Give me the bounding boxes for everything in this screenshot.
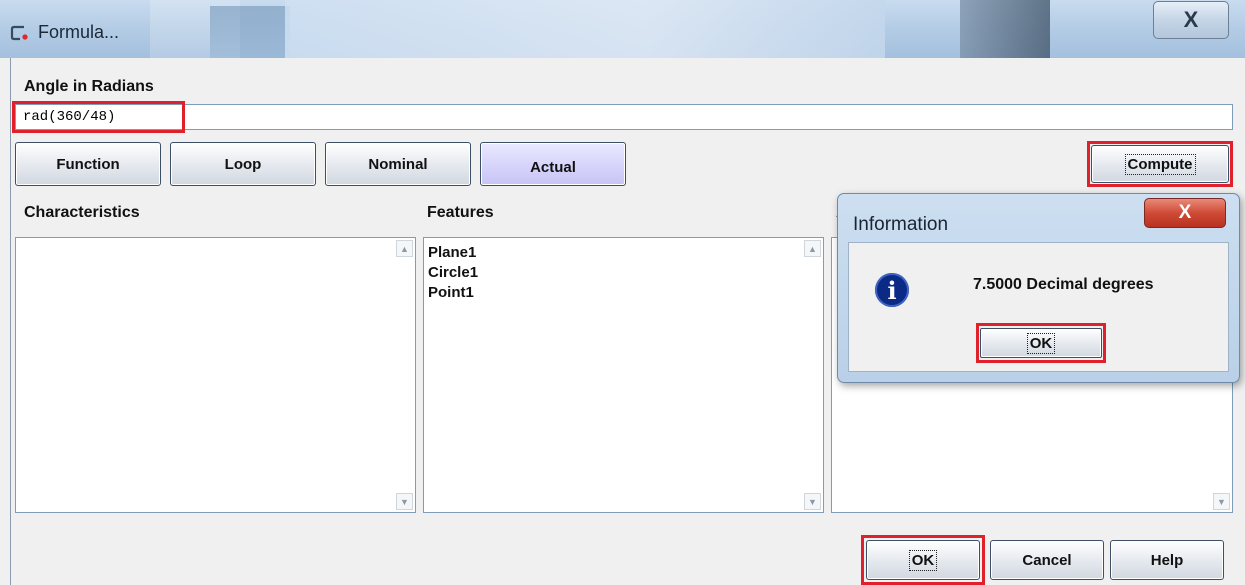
- highlight-ok: [861, 535, 985, 585]
- window-title: Formula...: [38, 22, 120, 42]
- background-blur: [960, 0, 1050, 58]
- characteristics-list[interactable]: ▲ ▼: [15, 237, 416, 513]
- formula-label: Angle in Radians: [24, 78, 154, 95]
- info-dialog-title: Information: [853, 214, 949, 235]
- close-icon: X: [1178, 202, 1192, 223]
- list-item[interactable]: Plane1: [428, 243, 476, 263]
- scroll-down-arrow-icon[interactable]: ▼: [1213, 493, 1230, 510]
- nominal-button[interactable]: Nominal: [325, 142, 471, 186]
- background-blur: [210, 6, 290, 58]
- characteristics-header: Characteristics: [24, 204, 140, 221]
- title-bar: Formula... X: [0, 0, 1245, 58]
- information-icon: i: [875, 273, 909, 307]
- cancel-button-label: Cancel: [1022, 551, 1072, 569]
- formula-input[interactable]: rad(360/48): [15, 104, 1233, 130]
- help-button-label: Help: [1150, 551, 1184, 569]
- background-blur: [285, 0, 885, 58]
- help-button[interactable]: Help: [1110, 540, 1224, 580]
- highlight-formula: [12, 101, 185, 133]
- scroll-down-arrow-icon[interactable]: ▼: [804, 493, 821, 510]
- app-formula-icon: [10, 25, 28, 41]
- nominal-button-label: Nominal: [368, 155, 428, 173]
- close-icon: X: [1183, 7, 1199, 32]
- actual-button-label: Actual: [530, 158, 576, 176]
- information-dialog: Information X i 7.5000 Decimal degrees O…: [837, 193, 1240, 383]
- features-header: Features: [427, 204, 494, 221]
- info-close-button[interactable]: X: [1144, 198, 1226, 228]
- info-message: 7.5000 Decimal degrees: [973, 276, 1154, 293]
- loop-button[interactable]: Loop: [170, 142, 316, 186]
- cancel-button[interactable]: Cancel: [990, 540, 1104, 580]
- list-item[interactable]: Circle1: [428, 263, 478, 283]
- features-list[interactable]: Plane1 Circle1 Point1 ▲ ▼: [423, 237, 824, 513]
- function-button-label: Function: [56, 155, 120, 173]
- function-button[interactable]: Function: [15, 142, 161, 186]
- loop-button-label: Loop: [224, 155, 262, 173]
- actual-button[interactable]: Actual: [480, 142, 626, 186]
- scroll-down-arrow-icon[interactable]: ▼: [396, 493, 413, 510]
- scroll-up-arrow-icon[interactable]: ▲: [396, 240, 413, 257]
- highlight-info-ok: [976, 323, 1106, 363]
- list-item[interactable]: Point1: [428, 283, 474, 303]
- scroll-up-arrow-icon[interactable]: ▲: [804, 240, 821, 257]
- highlight-compute: [1087, 141, 1233, 187]
- window-close-button[interactable]: X: [1153, 1, 1229, 39]
- info-dialog-body: i 7.5000 Decimal degrees OK: [848, 242, 1229, 372]
